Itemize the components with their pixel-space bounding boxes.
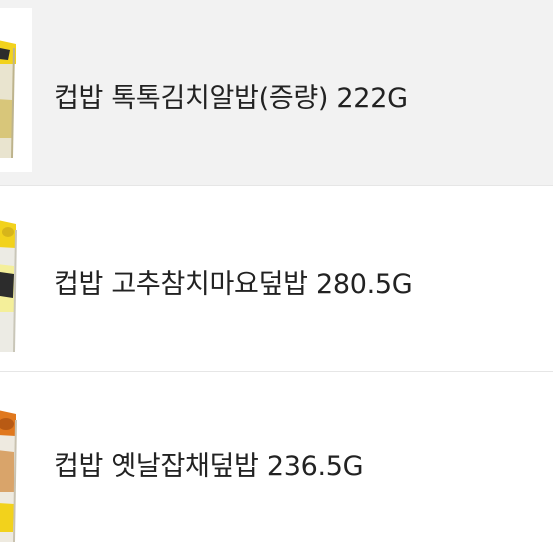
product-name: 컵밥 옛날잡채덮밥 236.5G xyxy=(54,451,364,482)
product-row-kimchi-albap[interactable]: 컵밥 톡톡김치알밥(증량) 222G xyxy=(0,0,553,185)
product-list: 컵밥 톡톡김치알밥(증량) 222G 컵밥 고추참치마요덮밥 280.5G 컵밥… xyxy=(0,0,553,553)
product-name: 컵밥 톡톡김치알밥(증량) 222G xyxy=(54,83,408,114)
cupbop-tuna-thumbnail xyxy=(0,202,32,357)
product-row-japchae[interactable]: 컵밥 옛날잡채덮밥 236.5G xyxy=(0,372,553,553)
cupbop-kimchi-thumbnail xyxy=(0,8,32,172)
cup-image-icon xyxy=(0,410,17,543)
cup-image-icon xyxy=(0,220,17,353)
cupbop-japchae-thumbnail xyxy=(0,392,32,547)
product-name: 컵밥 고추참치마요덮밥 280.5G xyxy=(54,269,413,300)
cup-image-icon xyxy=(0,8,32,172)
product-row-tuna-mayo[interactable]: 컵밥 고추참치마요덮밥 280.5G xyxy=(0,186,553,371)
